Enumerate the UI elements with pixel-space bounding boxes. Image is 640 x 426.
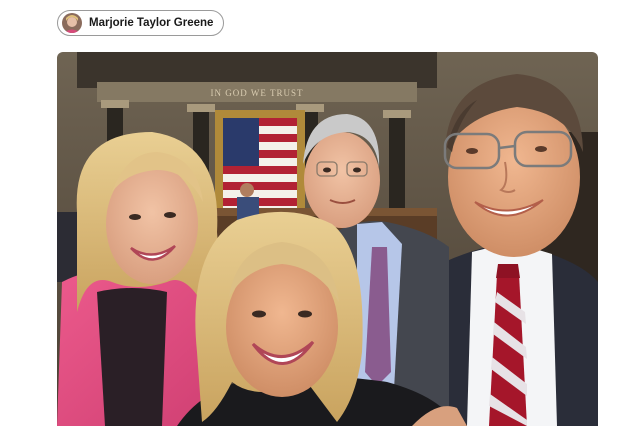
author-chip[interactable]: Marjorie Taylor Greene	[57, 10, 225, 36]
selfie-photo-icon: IN GOD WE TRUST	[57, 52, 598, 426]
profile-avatar-icon	[62, 13, 82, 33]
author-name: Marjorie Taylor Greene	[89, 17, 214, 29]
wall-inscription: IN GOD WE TRUST	[211, 88, 304, 98]
post-photo[interactable]: IN GOD WE TRUST	[57, 52, 598, 426]
